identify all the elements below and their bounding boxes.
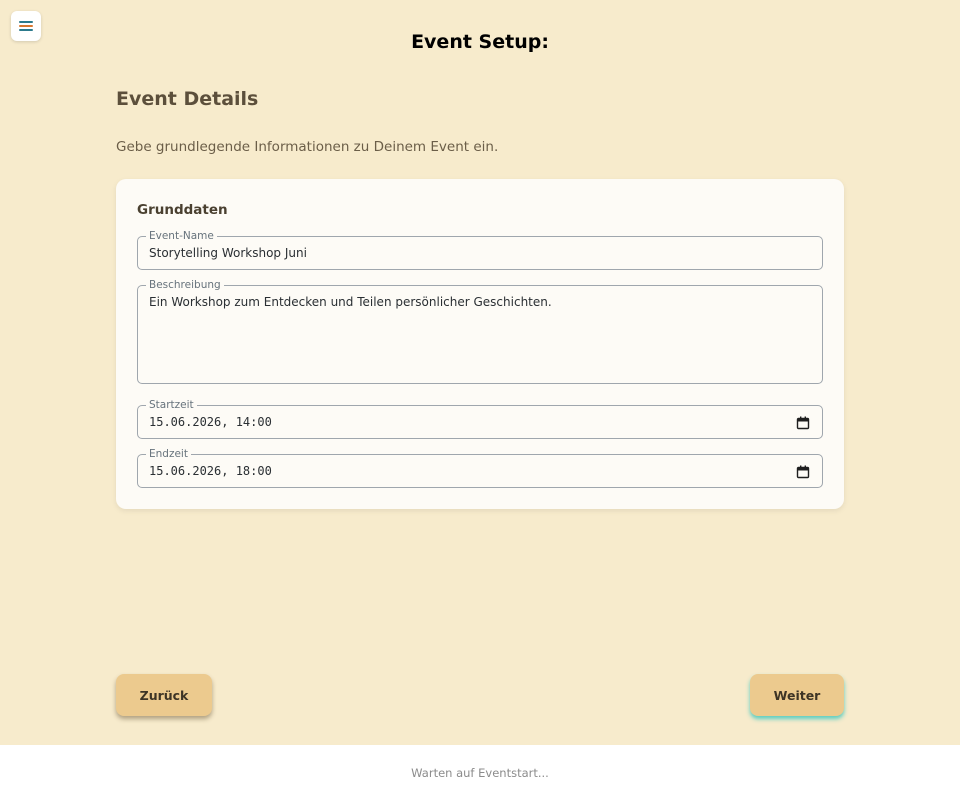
- description-value: Ein Workshop zum Entdecken und Teilen pe…: [149, 295, 552, 309]
- start-time-field[interactable]: Startzeit 15.06.2026, 14:00: [137, 399, 823, 439]
- hamburger-menu-icon: [19, 21, 33, 31]
- page-title: Event Setup:: [411, 31, 549, 53]
- end-time-field[interactable]: Endzeit 15.06.2026, 18:00: [137, 448, 823, 488]
- end-time-value: 15.06.2026, 18:00: [149, 464, 272, 478]
- start-time-value: 15.06.2026, 14:00: [149, 415, 272, 429]
- status-text: Warten auf Eventstart...: [411, 766, 549, 780]
- next-button[interactable]: Weiter: [750, 674, 844, 716]
- back-button[interactable]: Zurück: [116, 674, 212, 716]
- calendar-icon[interactable]: [796, 465, 810, 479]
- event-name-field[interactable]: Event-Name Storytelling Workshop Juni: [137, 230, 823, 270]
- card-title: Grunddaten: [137, 202, 228, 218]
- section-title: Event Details: [116, 88, 259, 110]
- event-name-value: Storytelling Workshop Juni: [149, 246, 307, 260]
- end-time-label: Endzeit: [146, 448, 191, 460]
- section-description: Gebe grundlegende Informationen zu Deine…: [116, 139, 499, 155]
- event-name-label: Event-Name: [146, 230, 217, 242]
- description-field[interactable]: Beschreibung Ein Workshop zum Entdecken …: [137, 279, 823, 384]
- description-label: Beschreibung: [146, 279, 224, 291]
- basic-data-card: Grunddaten Event-Name Storytelling Works…: [116, 179, 844, 509]
- status-footer: Warten auf Eventstart...: [0, 745, 960, 800]
- calendar-icon[interactable]: [796, 416, 810, 430]
- start-time-label: Startzeit: [146, 399, 197, 411]
